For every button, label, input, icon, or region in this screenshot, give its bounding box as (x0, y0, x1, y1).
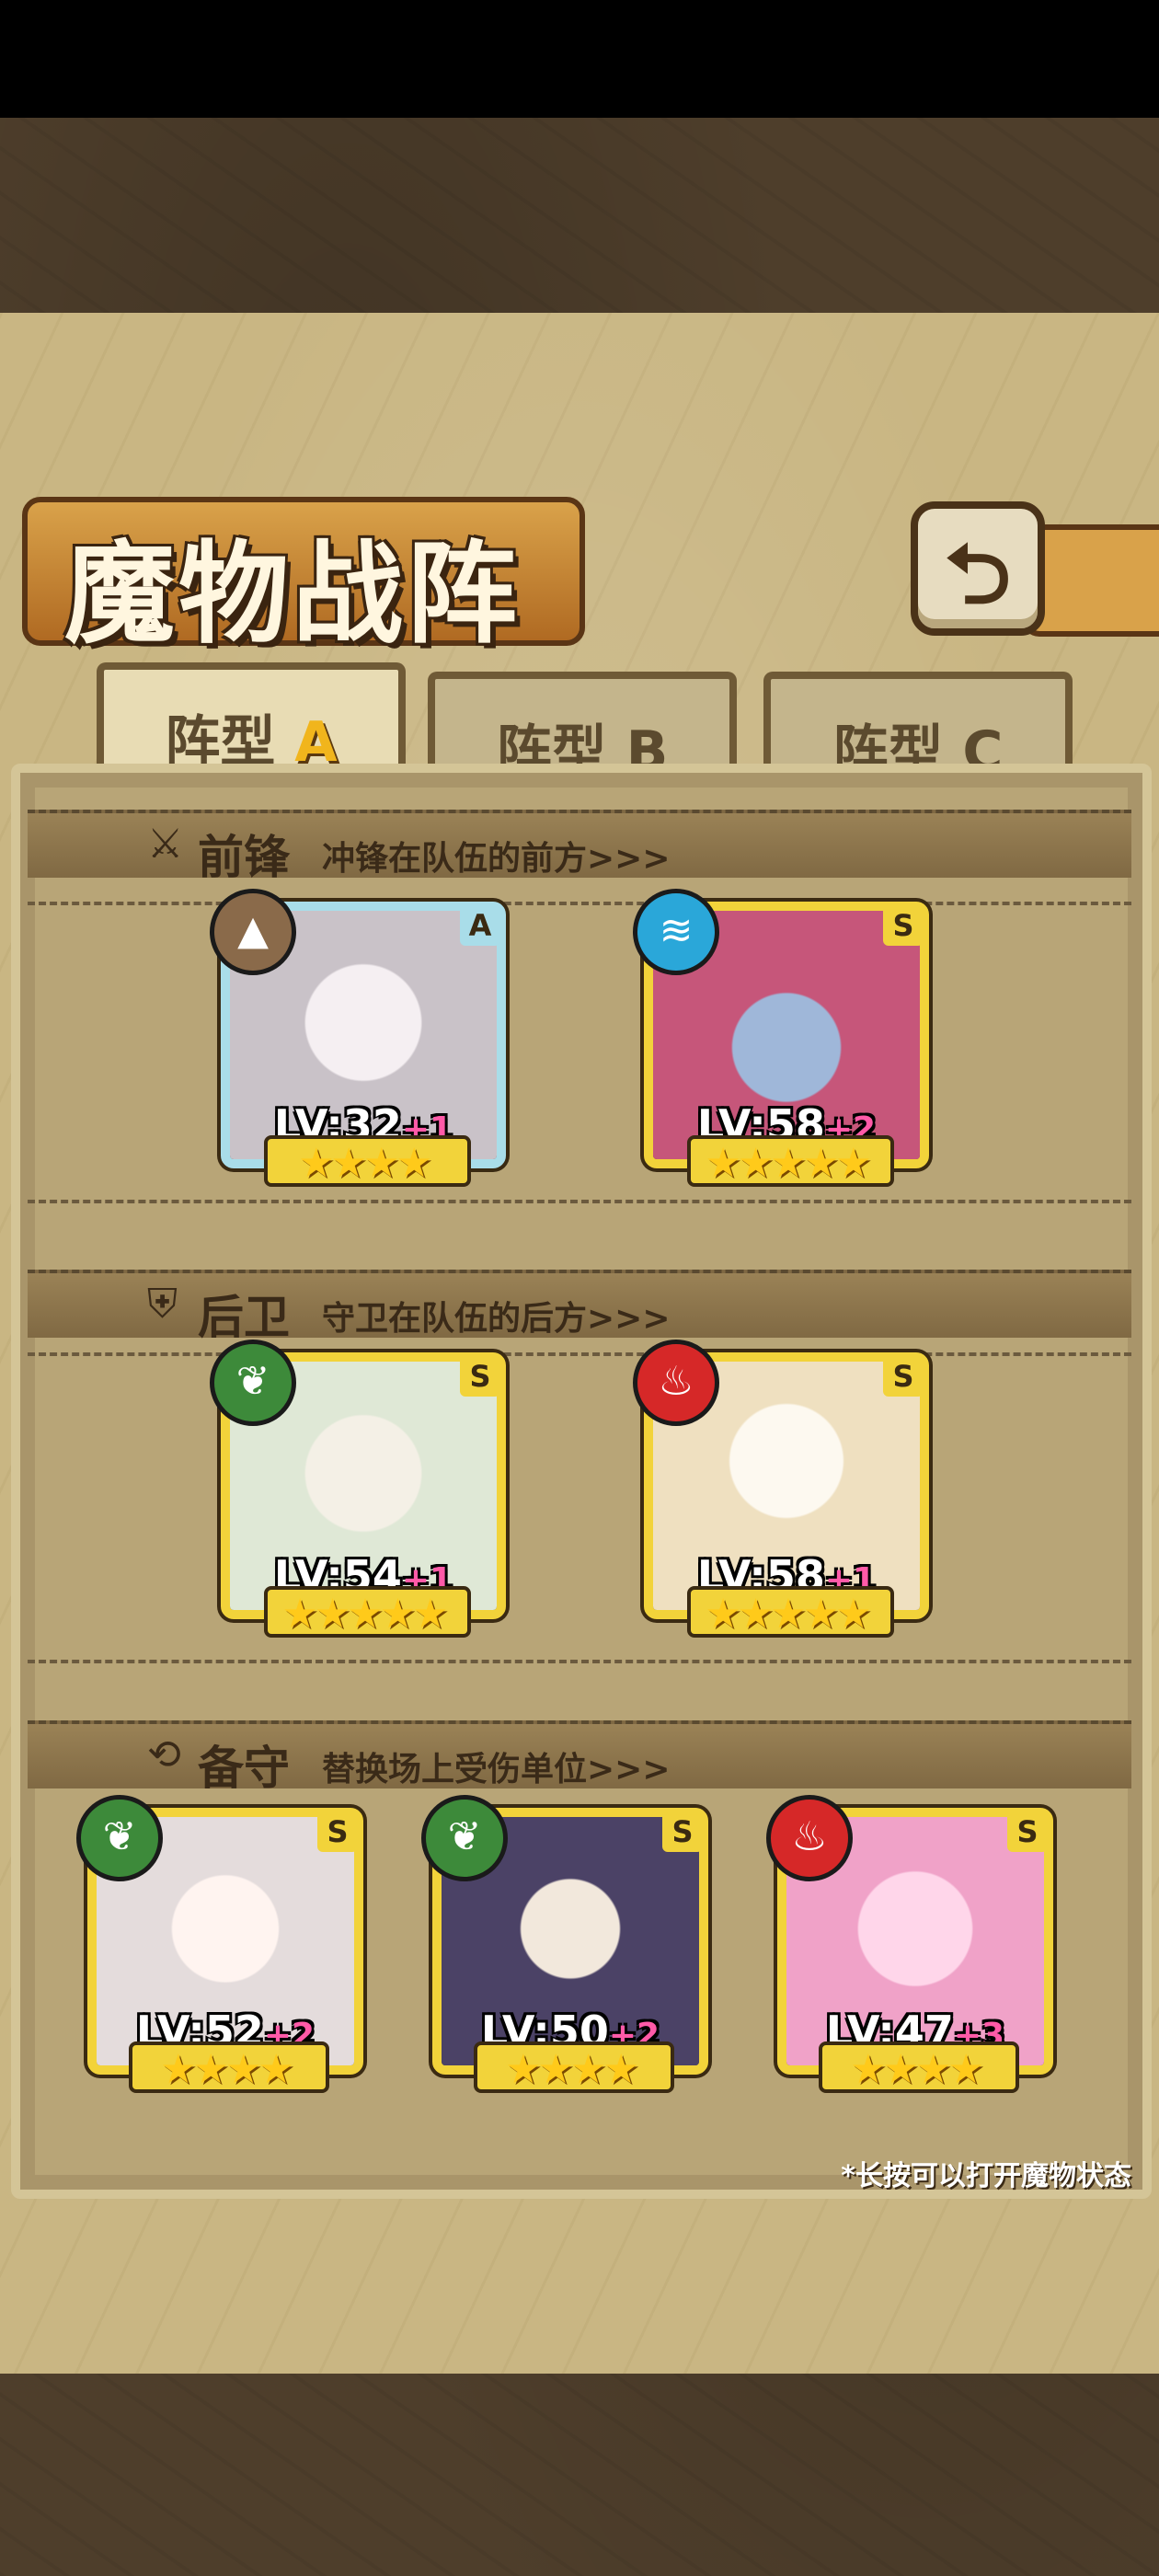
unit-card[interactable]: A ▲ LV:32+1 ★★★★ (210, 889, 506, 1187)
tab-formation-a[interactable]: 阵型 A (97, 662, 406, 780)
rank-badge: S (460, 1356, 500, 1397)
sword-icon: ⚔ (147, 821, 184, 868)
swap-icon: ⟲ (147, 1731, 181, 1778)
leaf-element-icon: ❦ (76, 1795, 163, 1881)
section-title: 备守 (198, 1741, 290, 1795)
section-desc: 守卫在队伍的后方>>> (322, 1300, 671, 1338)
star-rating: ★★★★★ (281, 1591, 448, 1638)
leaf-element-icon: ❦ (210, 1340, 296, 1426)
fire-element-icon: ♨ (766, 1795, 853, 1881)
star-rating: ★★★★★ (705, 1140, 871, 1187)
star-rating: ★★★★ (160, 2046, 294, 2093)
rank-badge: A (460, 905, 500, 946)
star-rating: ★★★★★ (705, 1591, 871, 1638)
fire-element-icon: ♨ (633, 1340, 719, 1426)
leaf-element-icon: ❦ (421, 1795, 508, 1881)
section-reserve-header: ⟲ 备守 替换场上受伤单位>>> (28, 1720, 1131, 1795)
section-title: 前锋 (198, 830, 290, 884)
star-rating: ★★★★ (505, 2046, 639, 2093)
section-desc: 替换场上受伤单位>>> (322, 1751, 671, 1788)
rank-badge: S (317, 1811, 358, 1852)
rank-badge: S (883, 905, 924, 946)
star-rating: ★★★★ (850, 2046, 984, 2093)
long-press-hint: *长按可以打开魔物状态 (841, 2160, 1131, 2192)
rank-badge: S (883, 1356, 924, 1397)
water-element-icon: ≋ (633, 889, 719, 975)
section-rear-header: ⛨ 后卫 守卫在队伍的后方>>> (28, 1270, 1131, 1344)
unit-card[interactable]: S ♨ LV:47+3 ★★★★ (766, 1795, 1053, 2093)
earth-element-icon: ▲ (210, 889, 296, 975)
back-button[interactable]: ⮌ (911, 501, 1045, 636)
unit-card[interactable]: S ❦ LV:50+2 ★★★★ (421, 1795, 708, 2093)
status-bar (0, 0, 1159, 118)
rank-badge: S (1007, 1811, 1048, 1852)
unit-card[interactable]: S ❦ LV:54+1 ★★★★★ (210, 1340, 506, 1638)
front-lane (28, 902, 1131, 1203)
rear-lane (28, 1352, 1131, 1663)
section-title: 后卫 (198, 1290, 290, 1344)
page-title: 魔物战阵 (64, 529, 521, 659)
unit-card[interactable]: S ≋ LV:58+2 ★★★★★ (633, 889, 929, 1187)
section-desc: 冲锋在队伍的前方>>> (322, 840, 671, 878)
star-rating: ★★★★ (298, 1140, 432, 1187)
rank-badge: S (662, 1811, 703, 1852)
return-arrow-icon: ⮌ (944, 526, 1012, 623)
unit-card[interactable]: S ❦ LV:52+2 ★★★★ (76, 1795, 363, 2093)
unit-card[interactable]: S ♨ LV:58+1 ★★★★★ (633, 1340, 929, 1638)
shield-icon: ⛨ (147, 1281, 178, 1328)
section-front-header: ⚔ 前锋 冲锋在队伍的前方>>> (28, 810, 1131, 884)
